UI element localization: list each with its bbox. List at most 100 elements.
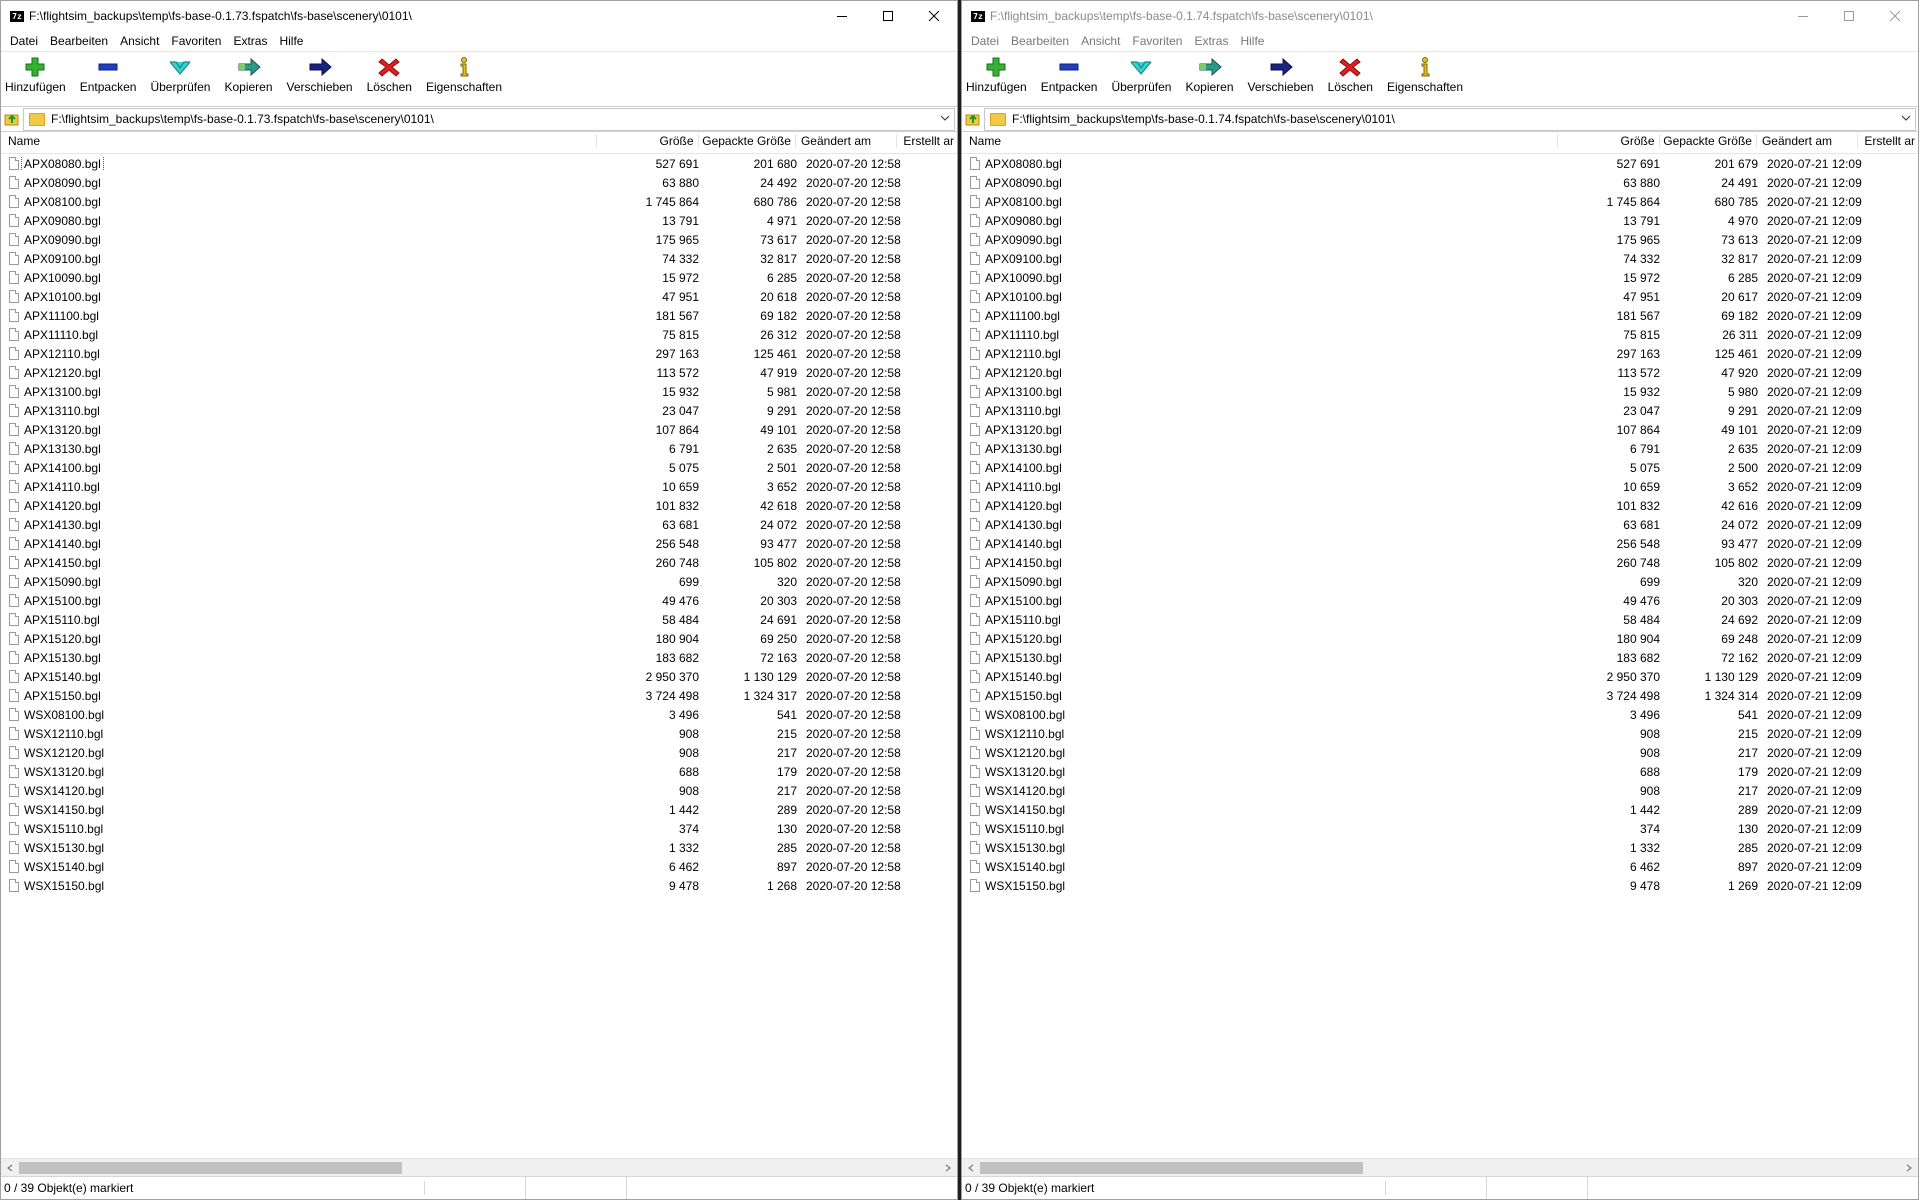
file-row[interactable]: APX11110.bgl 75 815 26 312 2020-07-20 12:58 — [1, 325, 957, 344]
horizontal-scrollbar[interactable] — [962, 1158, 1918, 1177]
column-header-created[interactable]: Erstellt ar — [897, 134, 957, 148]
file-row[interactable]: APX09080.bgl 13 791 4 970 2020-07-21 12:09 — [962, 211, 1918, 230]
copy-button[interactable]: Kopieren — [220, 56, 276, 94]
file-row[interactable]: APX12110.bgl 297 163 125 461 2020-07-21 12:… — [962, 344, 1918, 363]
file-row[interactable]: WSX12120.bgl 908 217 2020-07-21 12:09 — [962, 743, 1918, 762]
file-row[interactable]: APX12120.bgl 113 572 47 920 2020-07-21 12:0… — [962, 363, 1918, 382]
file-row[interactable]: APX10090.bgl 15 972 6 285 2020-07-21 12:09 — [962, 268, 1918, 287]
file-row[interactable]: APX08100.bgl 1 745 864 680 786 2020-07-20 1… — [1, 192, 957, 211]
file-row[interactable]: APX14130.bgl 63 681 24 072 2020-07-21 12:09 — [962, 515, 1918, 534]
maximize-button[interactable] — [1826, 1, 1872, 31]
file-row[interactable]: WSX13120.bgl 688 179 2020-07-20 12:58 — [1, 762, 957, 781]
file-row[interactable]: APX15120.bgl 180 904 69 248 2020-07-21 12:0… — [962, 629, 1918, 648]
title-bar[interactable]: 7z F:\flightsim_backups\temp\fs-base-0.1… — [962, 1, 1918, 31]
column-header-modified[interactable]: Geändert am — [1757, 134, 1859, 148]
scroll-right-icon[interactable] — [1904, 1163, 1914, 1173]
file-row[interactable]: WSX13120.bgl 688 179 2020-07-21 12:09 — [962, 762, 1918, 781]
menu-datei[interactable]: Datei — [965, 34, 1005, 48]
file-row[interactable]: APX09100.bgl 74 332 32 817 2020-07-21 12:09 — [962, 249, 1918, 268]
file-row[interactable]: WSX14150.bgl 1 442 289 2020-07-20 12:58 — [1, 800, 957, 819]
menu-extras[interactable]: Extras — [227, 34, 273, 48]
column-header-packed-size[interactable]: Gepackte Größe — [1660, 134, 1757, 148]
move-button[interactable]: Verschieben — [1244, 56, 1318, 94]
column-header-created[interactable]: Erstellt ar — [1858, 134, 1918, 148]
file-row[interactable]: APX08100.bgl 1 745 864 680 785 2020-07-21 1… — [962, 192, 1918, 211]
file-row[interactable]: WSX15110.bgl 374 130 2020-07-20 12:58 — [1, 819, 957, 838]
scrollbar-thumb[interactable] — [19, 1162, 402, 1174]
menu-datei[interactable]: Datei — [4, 34, 44, 48]
address-input[interactable]: F:\flightsim_backups\temp\fs-base-0.1.73… — [23, 107, 955, 131]
file-row[interactable]: WSX15140.bgl 6 462 897 2020-07-20 12:58 — [1, 857, 957, 876]
file-row[interactable]: APX10100.bgl 47 951 20 617 2020-07-21 12:09 — [962, 287, 1918, 306]
file-row[interactable]: APX12110.bgl 297 163 125 461 2020-07-20 12:… — [1, 344, 957, 363]
file-row[interactable]: APX14100.bgl 5 075 2 500 2020-07-21 12:09 — [962, 458, 1918, 477]
file-row[interactable]: APX15150.bgl 3 724 498 1 324 314 2020-07-21… — [962, 686, 1918, 705]
scroll-left-icon[interactable] — [5, 1163, 15, 1173]
file-row[interactable]: APX13130.bgl 6 791 2 635 2020-07-20 12:58 — [1, 439, 957, 458]
file-row[interactable]: APX09100.bgl 74 332 32 817 2020-07-20 12:58 — [1, 249, 957, 268]
delete-button[interactable]: Löschen — [363, 56, 416, 94]
file-row[interactable]: APX14110.bgl 10 659 3 652 2020-07-20 12:58 — [1, 477, 957, 496]
file-row[interactable]: APX09090.bgl 175 965 73 613 2020-07-21 12:0… — [962, 230, 1918, 249]
file-list[interactable]: Name Größe Gepackte Größe Geändert am Er… — [1, 129, 957, 1157]
file-row[interactable]: APX15140.bgl 2 950 370 1 130 129 2020-07-21… — [962, 667, 1918, 686]
menu-bearbeiten[interactable]: Bearbeiten — [44, 34, 114, 48]
delete-button[interactable]: Löschen — [1324, 56, 1377, 94]
column-header-packed-size[interactable]: Gepackte Größe — [699, 134, 796, 148]
file-row[interactable]: APX15120.bgl 180 904 69 250 2020-07-20 12:5… — [1, 629, 957, 648]
menu-bearbeiten[interactable]: Bearbeiten — [1005, 34, 1075, 48]
properties-button[interactable]: Eigenschaften — [1383, 56, 1467, 94]
file-row[interactable]: WSX15150.bgl 9 478 1 268 2020-07-20 12:58 — [1, 876, 957, 895]
maximize-button[interactable] — [865, 1, 911, 31]
menu-favoriten[interactable]: Favoriten — [165, 34, 227, 48]
extract-button[interactable]: Entpacken — [1037, 56, 1102, 94]
file-row[interactable]: APX10100.bgl 47 951 20 618 2020-07-20 12:58 — [1, 287, 957, 306]
file-row[interactable]: APX14110.bgl 10 659 3 652 2020-07-21 12:09 — [962, 477, 1918, 496]
file-row[interactable]: APX14150.bgl 260 748 105 802 2020-07-21 12:… — [962, 553, 1918, 572]
move-button[interactable]: Verschieben — [283, 56, 357, 94]
file-row[interactable]: APX11100.bgl 181 567 69 182 2020-07-21 12:0… — [962, 306, 1918, 325]
file-row[interactable]: WSX15140.bgl 6 462 897 2020-07-21 12:09 — [962, 857, 1918, 876]
file-row[interactable]: APX15100.bgl 49 476 20 303 2020-07-21 12:09 — [962, 591, 1918, 610]
file-row[interactable]: WSX12110.bgl 908 215 2020-07-21 12:09 — [962, 724, 1918, 743]
menu-hilfe[interactable]: Hilfe — [1234, 34, 1270, 48]
address-input[interactable]: F:\flightsim_backups\temp\fs-base-0.1.74… — [984, 107, 1916, 131]
file-row[interactable]: APX15090.bgl 699 320 2020-07-20 12:58 — [1, 572, 957, 591]
file-row[interactable]: WSX08100.bgl 3 496 541 2020-07-21 12:09 — [962, 705, 1918, 724]
close-button[interactable] — [1872, 1, 1918, 31]
copy-button[interactable]: Kopieren — [1181, 56, 1237, 94]
file-row[interactable]: APX13120.bgl 107 864 49 101 2020-07-20 12:5… — [1, 420, 957, 439]
file-row[interactable]: APX08080.bgl 527 691 201 680 2020-07-20 12:… — [1, 154, 957, 173]
file-row[interactable]: APX15110.bgl 58 484 24 692 2020-07-21 12:09 — [962, 610, 1918, 629]
file-row[interactable]: APX15140.bgl 2 950 370 1 130 129 2020-07-20… — [1, 667, 957, 686]
file-row[interactable]: APX08080.bgl 527 691 201 679 2020-07-21 12:… — [962, 154, 1918, 173]
file-row[interactable]: APX14150.bgl 260 748 105 802 2020-07-20 12:… — [1, 553, 957, 572]
test-button[interactable]: Überprüfen — [1107, 56, 1175, 94]
title-bar[interactable]: 7z F:\flightsim_backups\temp\fs-base-0.1… — [1, 1, 957, 31]
file-row[interactable]: APX13120.bgl 107 864 49 101 2020-07-21 12:0… — [962, 420, 1918, 439]
add-button[interactable]: Hinzufügen — [1, 56, 70, 94]
file-row[interactable]: APX13110.bgl 23 047 9 291 2020-07-21 12:09 — [962, 401, 1918, 420]
file-row[interactable]: APX14100.bgl 5 075 2 501 2020-07-20 12:58 — [1, 458, 957, 477]
file-row[interactable]: APX08090.bgl 63 880 24 491 2020-07-21 12:09 — [962, 173, 1918, 192]
file-row[interactable]: APX15130.bgl 183 682 72 162 2020-07-21 12:0… — [962, 648, 1918, 667]
minimize-button[interactable] — [819, 1, 865, 31]
file-row[interactable]: APX15110.bgl 58 484 24 691 2020-07-20 12:58 — [1, 610, 957, 629]
file-row[interactable]: WSX08100.bgl 3 496 541 2020-07-20 12:58 — [1, 705, 957, 724]
menu-ansicht[interactable]: Ansicht — [114, 34, 165, 48]
file-row[interactable]: APX13100.bgl 15 932 5 981 2020-07-20 12:58 — [1, 382, 957, 401]
file-row[interactable]: APX11110.bgl 75 815 26 311 2020-07-21 12:09 — [962, 325, 1918, 344]
file-row[interactable]: WSX14150.bgl 1 442 289 2020-07-21 12:09 — [962, 800, 1918, 819]
file-row[interactable]: WSX15130.bgl 1 332 285 2020-07-20 12:58 — [1, 838, 957, 857]
file-row[interactable]: APX09080.bgl 13 791 4 971 2020-07-20 12:58 — [1, 211, 957, 230]
file-row[interactable]: APX15150.bgl 3 724 498 1 324 317 2020-07-20… — [1, 686, 957, 705]
chevron-down-icon[interactable] — [940, 112, 950, 126]
file-row[interactable]: APX14140.bgl 256 548 93 477 2020-07-21 12:0… — [962, 534, 1918, 553]
file-row[interactable]: APX10090.bgl 15 972 6 285 2020-07-20 12:58 — [1, 268, 957, 287]
column-header-name[interactable]: Name — [962, 134, 1559, 148]
horizontal-scrollbar[interactable] — [1, 1158, 957, 1177]
menu-hilfe[interactable]: Hilfe — [273, 34, 309, 48]
column-header-name[interactable]: Name — [1, 134, 598, 148]
file-row[interactable]: APX08090.bgl 63 880 24 492 2020-07-20 12:58 — [1, 173, 957, 192]
file-row[interactable]: WSX15130.bgl 1 332 285 2020-07-21 12:09 — [962, 838, 1918, 857]
